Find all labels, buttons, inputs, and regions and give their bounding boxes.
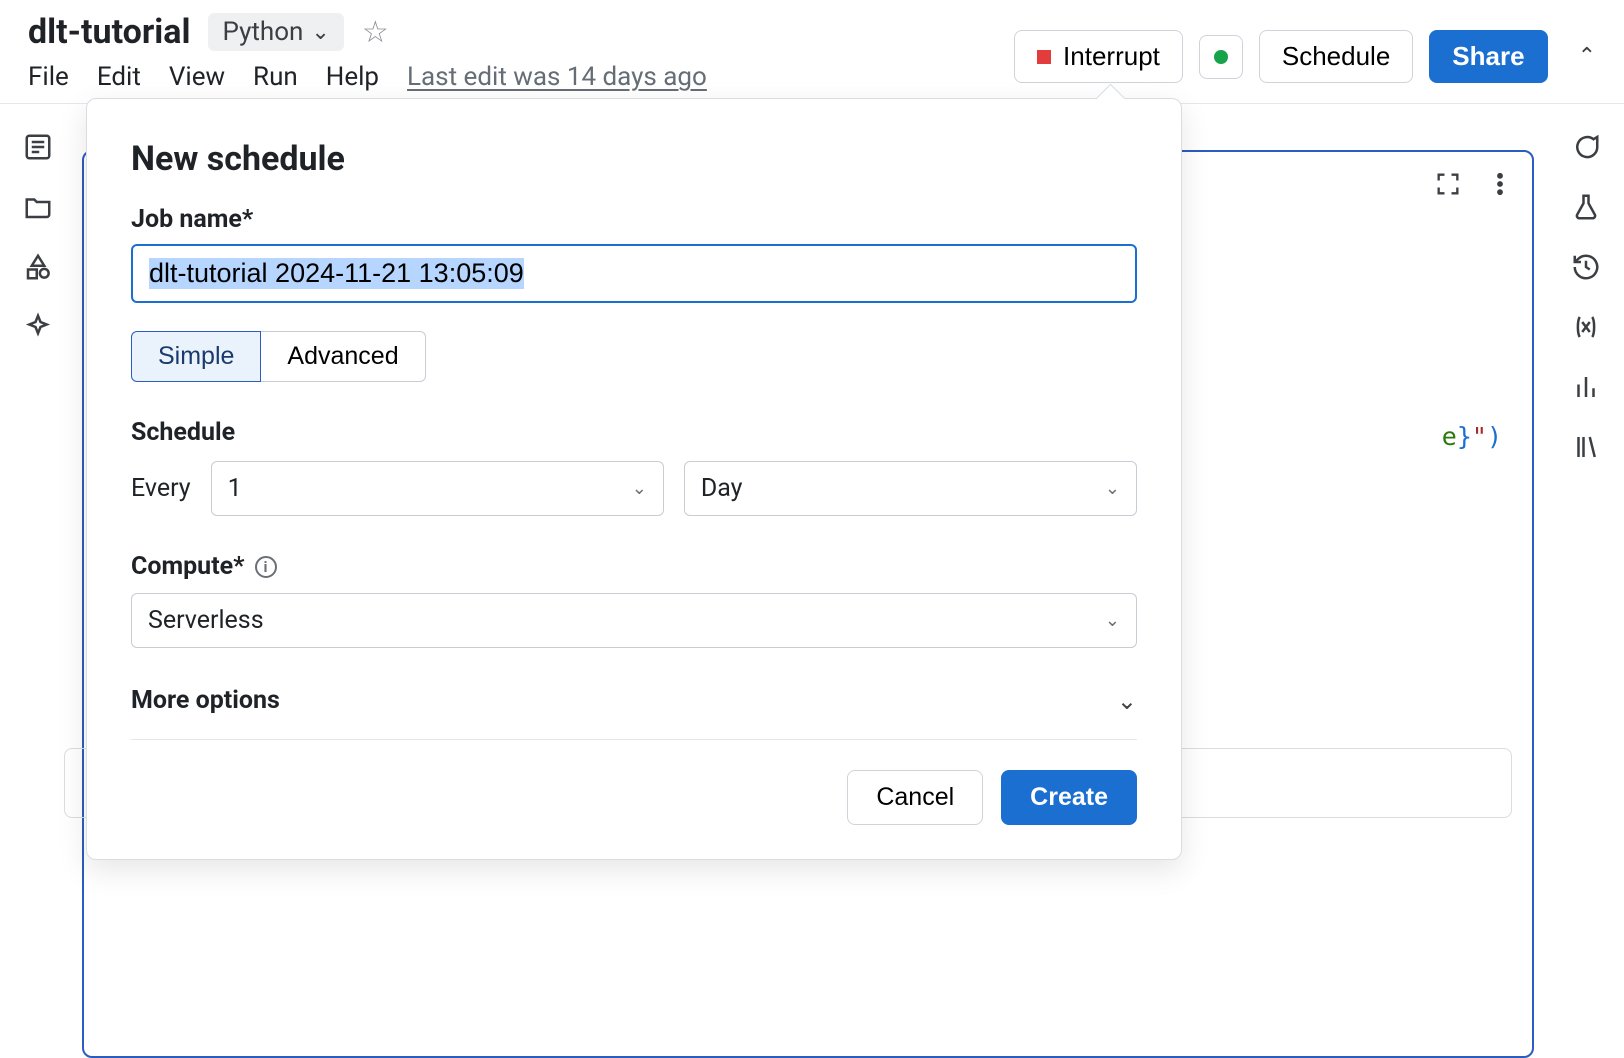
menu-view[interactable]: View	[169, 62, 225, 92]
history-icon[interactable]	[1571, 252, 1601, 282]
dialog-title: New schedule	[131, 139, 1137, 179]
tab-simple[interactable]: Simple	[131, 331, 261, 382]
tab-advanced[interactable]: Advanced	[261, 331, 425, 382]
interrupt-button[interactable]: Interrupt	[1014, 30, 1183, 83]
compute-value: Serverless	[148, 606, 264, 635]
chevron-down-icon: ⌄	[632, 478, 647, 499]
comments-icon[interactable]	[1571, 132, 1601, 162]
flask-icon[interactable]	[1571, 192, 1601, 222]
cancel-button[interactable]: Cancel	[847, 770, 983, 825]
compute-label: Compute* i	[131, 552, 1137, 581]
schedule-button[interactable]: Schedule	[1259, 30, 1413, 83]
menu-file[interactable]: File	[28, 62, 69, 92]
job-name-input[interactable]	[131, 244, 1137, 303]
unit-value: Day	[701, 474, 743, 503]
interrupt-label: Interrupt	[1063, 41, 1160, 72]
star-icon[interactable]: ☆	[362, 15, 389, 50]
language-pill[interactable]: Python ⌄	[208, 13, 343, 51]
chevron-up-icon[interactable]: ⌃	[1578, 44, 1596, 69]
schedule-label: Schedule	[1282, 41, 1390, 72]
right-rail	[1548, 104, 1624, 1058]
toc-icon[interactable]	[23, 132, 53, 162]
language-label: Python	[222, 17, 303, 47]
every-label: Every	[131, 474, 191, 503]
menu-edit[interactable]: Edit	[97, 62, 141, 92]
sparkle-icon[interactable]	[23, 312, 53, 342]
left-rail	[0, 104, 76, 1058]
menu-run[interactable]: Run	[253, 62, 298, 92]
notebook-title[interactable]: dlt-tutorial	[28, 12, 190, 52]
code-fragment: e}")	[1442, 422, 1502, 451]
expand-icon[interactable]	[1434, 170, 1462, 202]
chevron-down-icon: ⌄	[1105, 478, 1120, 499]
interval-value: 1	[228, 474, 242, 503]
share-button[interactable]: Share	[1429, 30, 1547, 83]
library-icon[interactable]	[1571, 432, 1601, 462]
job-name-label: Job name*	[131, 205, 1137, 234]
folder-icon[interactable]	[23, 192, 53, 222]
share-label: Share	[1452, 41, 1524, 72]
chevron-down-icon: ⌄	[311, 20, 329, 45]
chevron-down-icon: ⌄	[1117, 687, 1137, 715]
schedule-dialog: New schedule Job name* Simple Advanced S…	[86, 98, 1182, 860]
mode-segmented: Simple Advanced	[131, 331, 1137, 382]
header: dlt-tutorial Python ⌄ ☆ File Edit View R…	[0, 0, 1624, 104]
create-button[interactable]: Create	[1001, 770, 1137, 825]
unit-select[interactable]: Day ⌄	[684, 461, 1137, 516]
kernel-status-button[interactable]	[1199, 35, 1243, 79]
chevron-down-icon: ⌄	[1105, 610, 1120, 631]
chart-icon[interactable]	[1571, 372, 1601, 402]
shapes-icon[interactable]	[23, 252, 53, 282]
compute-select[interactable]: Serverless ⌄	[131, 593, 1137, 648]
status-dot-icon	[1214, 50, 1228, 64]
kebab-icon[interactable]	[1486, 170, 1514, 202]
info-icon[interactable]: i	[255, 556, 277, 578]
variables-icon[interactable]	[1571, 312, 1601, 342]
stop-icon	[1037, 50, 1051, 64]
interval-select[interactable]: 1 ⌄	[211, 461, 664, 516]
schedule-label: Schedule	[131, 418, 1137, 447]
menu-help[interactable]: Help	[326, 62, 379, 92]
more-options-toggle[interactable]: More options ⌄	[131, 686, 1137, 740]
last-edit-link[interactable]: Last edit was 14 days ago	[407, 62, 707, 92]
